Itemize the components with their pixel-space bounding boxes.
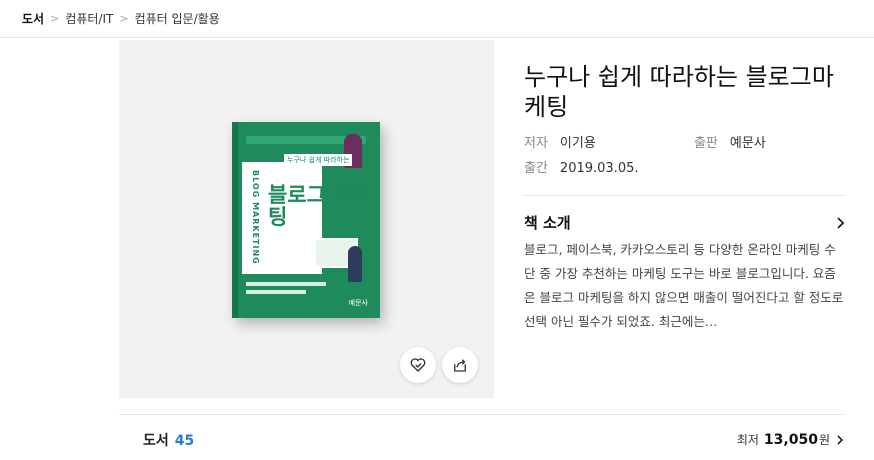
publisher-value[interactable]: 예문사 (730, 136, 766, 151)
intro-text: 블로그, 페이스북, 카카오스토리 등 다양한 온라인 마케팅 수단 중 가장 … (524, 242, 844, 329)
lowest-price-label: 최저 (736, 433, 759, 447)
breadcrumb-item-computer-it[interactable]: 컴퓨터/IT (65, 10, 113, 27)
category-count: 도서 45 (143, 430, 194, 450)
book-cover-area: 누구나 쉽게 따라하는 BLOG MARKETING 블로그 마케팅 예문사 (119, 40, 494, 398)
intro-heading: 책 소개 (524, 214, 571, 232)
cover-spine-text: BLOG MARKETING (251, 170, 260, 265)
date-value: 2019.03.05. (559, 161, 639, 176)
breadcrumb-item-computer-intro[interactable]: 컴퓨터 입문/활용 (135, 10, 220, 27)
author-value[interactable]: 이기용 (560, 136, 596, 151)
book-info: 누구나 쉽게 따라하는 블로그마케팅 (524, 62, 846, 122)
book-title: 누구나 쉽게 따라하는 블로그마케팅 (524, 63, 834, 121)
chevron-right-icon (837, 434, 844, 445)
chevron-right-icon: > (50, 12, 60, 25)
chevron-right-icon (837, 216, 845, 229)
breadcrumb: 도서 > 컴퓨터/IT > 컴퓨터 입문/활용 (0, 0, 874, 38)
author-row: 저자 이기용 (524, 132, 596, 151)
divider (524, 195, 846, 196)
cover-publisher: 예문사 (348, 299, 368, 307)
lowest-price-value: 13,050 (763, 431, 818, 448)
person-illustration (348, 246, 362, 282)
cover-title: 블로그 마케팅 (268, 183, 372, 229)
currency-label: 원 (818, 433, 830, 447)
category-label: 도서 (143, 433, 169, 449)
publisher-row: 출판 예문사 (694, 132, 766, 151)
date-row: 출간 2019.03.05. (524, 157, 639, 176)
book-cover-image[interactable]: 누구나 쉽게 따라하는 BLOG MARKETING 블로그 마케팅 예문사 (232, 122, 380, 318)
like-button[interactable] (400, 347, 436, 383)
cover-subtitle: 누구나 쉽게 따라하는 (284, 154, 353, 166)
author-label: 저자 (524, 136, 548, 151)
date-label: 출간 (524, 161, 548, 176)
share-button[interactable] (442, 347, 478, 383)
book-spine (232, 122, 238, 318)
heart-check-icon (410, 358, 426, 372)
divider (119, 414, 844, 415)
lowest-price-link[interactable]: 최저 13,050 원 (737, 431, 844, 448)
intro-header[interactable]: 책 소개 (524, 212, 846, 233)
breadcrumb-item-books[interactable]: 도서 (22, 10, 44, 27)
share-icon (454, 359, 466, 372)
publisher-label: 출판 (694, 136, 718, 151)
cover-text-line (246, 290, 306, 294)
chevron-right-icon: > (119, 12, 129, 25)
category-count-value: 45 (174, 433, 195, 449)
cover-text-line (246, 282, 326, 286)
